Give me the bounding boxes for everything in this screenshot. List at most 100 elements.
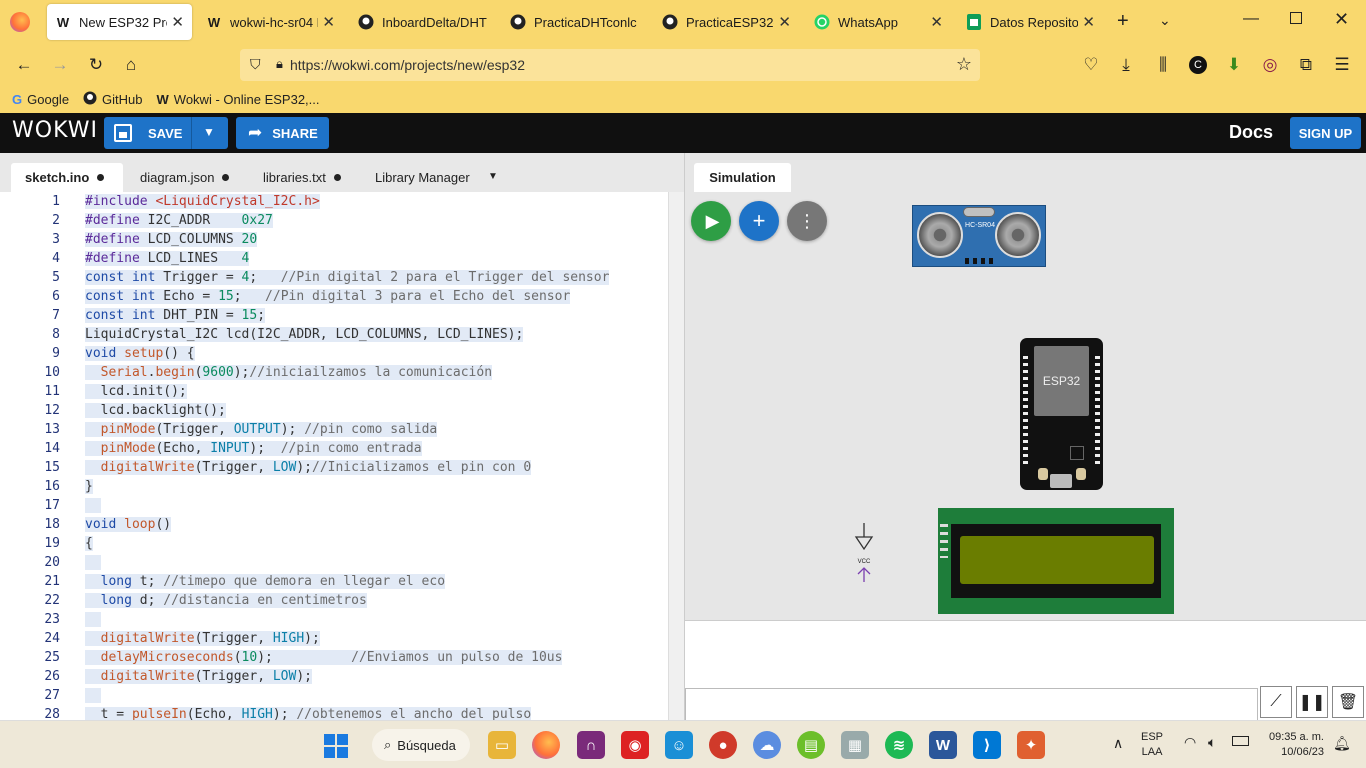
vscode-icon[interactable]: ⟩ <box>973 731 1001 759</box>
code-line[interactable]: digitalWrite(Trigger, LOW); <box>85 669 312 684</box>
code-line[interactable]: lcd.init(); <box>85 384 187 399</box>
record-app-icon[interactable]: ● <box>709 731 737 759</box>
code-line[interactable]: void setup() { <box>85 346 195 361</box>
browser-tab-4[interactable]: PracticaESP32con ✕ <box>654 4 799 40</box>
reload-icon[interactable]: ↻ <box>82 52 110 78</box>
code-line[interactable]: #include <LiquidCrystal_I2C.h> <box>85 194 320 209</box>
account-icon[interactable]: C <box>1184 52 1212 78</box>
file-explorer-icon[interactable]: ▭ <box>488 731 516 759</box>
en-button[interactable] <box>1076 468 1086 480</box>
code-line[interactable] <box>85 555 101 570</box>
bookmark-star-icon[interactable]: ☆ <box>956 54 972 75</box>
clock[interactable]: 09:35 a. m. 10/06/23 <box>1262 730 1324 760</box>
extension-download-icon[interactable]: ⬇ <box>1220 52 1248 78</box>
code-line[interactable]: pinMode(Trigger, OUTPUT); //pin como sal… <box>85 422 438 437</box>
forward-arrow-icon[interactable]: → <box>46 52 74 78</box>
battery-icon[interactable] <box>1232 736 1249 746</box>
code-line[interactable]: { <box>85 536 93 551</box>
home-icon[interactable]: ⌂ <box>117 52 145 78</box>
download-icon[interactable]: ⤓ <box>1112 52 1140 78</box>
pause-button[interactable]: ❚❚ <box>1296 686 1328 718</box>
menu-icon[interactable]: ☰ <box>1328 52 1356 78</box>
code-line[interactable]: #define I2C_ADDR 0x27 <box>85 213 273 228</box>
browser-tab-0[interactable]: W New ESP32 Project ✕ <box>47 4 192 40</box>
code-line[interactable]: digitalWrite(Trigger, LOW);//Inicializam… <box>85 460 532 475</box>
library-icon[interactable]: ⫼ <box>1149 52 1177 78</box>
wifi-icon[interactable]: ◠ <box>1184 734 1196 751</box>
lcd-display[interactable] <box>938 508 1174 614</box>
code-line[interactable] <box>85 688 101 703</box>
notifications-icon[interactable]: 🔔︎ <box>1333 735 1351 752</box>
code-line[interactable] <box>85 498 101 513</box>
clear-button[interactable]: 🗑︎ <box>1332 686 1364 718</box>
restore-icon[interactable] <box>1290 12 1302 24</box>
extension-icon[interactable]: ◎ <box>1256 52 1284 78</box>
firefox-taskbar-icon[interactable] <box>532 731 560 759</box>
save-dropdown-chevron-icon[interactable]: ▼ <box>203 125 215 139</box>
start-simulation-button[interactable]: ▶ <box>691 201 731 241</box>
code-line[interactable]: pinMode(Echo, INPUT); //pin como entrada <box>85 441 422 456</box>
save-button[interactable]: SAVE ▼ <box>104 117 228 149</box>
taskbar-search[interactable]: ⌕ Búsqueda <box>372 729 470 761</box>
code-area[interactable]: 1 2 3 4 5 6 7 8 9 10 11 12 13 14 15 16 17 18 19 20 21 22 23 24 2… <box>0 192 668 720</box>
browser-tab-2[interactable]: InboardDelta/DHT <box>350 4 500 40</box>
tab-list-chevron-icon[interactable]: ⌄ <box>1159 12 1171 29</box>
word-icon[interactable]: W <box>929 731 957 759</box>
tab-libraries-txt[interactable]: libraries.txt <box>249 163 355 192</box>
docs-link[interactable]: Docs <box>1229 122 1273 143</box>
esp32-board[interactable]: ESP32 <box>1020 338 1103 490</box>
code-line[interactable]: LiquidCrystal_I2C lcd(I2C_ADDR, LCD_COLU… <box>85 327 524 342</box>
code-line[interactable]: lcd.backlight(); <box>85 403 226 418</box>
close-window-icon[interactable]: ✕ <box>1334 9 1349 30</box>
tab-library-manager[interactable]: Library Manager <box>361 163 484 192</box>
share-button[interactable]: ➦ SHARE <box>236 117 329 149</box>
code-line[interactable] <box>85 612 101 627</box>
close-tab-icon[interactable]: ✕ <box>930 13 943 31</box>
browser-tab-6[interactable]: Datos Repositorio ✕ <box>958 4 1103 40</box>
url-bar[interactable]: ⛉ 🔒︎ https://wokwi.com/projects/new/esp3… <box>240 49 980 81</box>
shield-icon[interactable]: ⛉ <box>250 56 261 73</box>
language-indicator[interactable]: ESP LAA <box>1141 730 1163 760</box>
serial-input[interactable] <box>685 688 1258 721</box>
code-line[interactable]: void loop() <box>85 517 172 532</box>
code-line[interactable]: #define LCD_COLUMNS 20 <box>85 232 258 247</box>
browser-tab-5[interactable]: WhatsApp ✕ <box>806 4 951 40</box>
firefox-icon[interactable] <box>10 12 30 32</box>
code-line[interactable]: long t; //timepo que demora en llegar el… <box>85 574 446 589</box>
app-icon[interactable]: ✦ <box>1017 731 1045 759</box>
extensions-icon[interactable]: ⧉ <box>1292 52 1320 78</box>
add-part-button[interactable]: + <box>739 201 779 241</box>
code-line[interactable]: const int Trigger = 4; //Pin digital 2 p… <box>85 270 610 285</box>
pocket-icon[interactable]: ♡ <box>1077 52 1105 78</box>
spotify-icon[interactable]: ≋ <box>885 731 913 759</box>
vcc-symbol[interactable]: VCC <box>853 523 875 583</box>
code-line[interactable]: } <box>85 479 93 494</box>
headphones-app-icon[interactable]: ∩ <box>577 731 605 759</box>
bookmark-google[interactable]: G Google <box>12 92 69 107</box>
bookmark-github[interactable]: GitHub <box>83 91 143 108</box>
close-tab-icon[interactable]: ✕ <box>171 13 184 31</box>
code-line[interactable]: Serial.begin(9600);//iniciailzamos la co… <box>85 365 493 380</box>
bookmark-wokwi[interactable]: W Wokwi - Online ESP32,... <box>157 92 320 107</box>
boot-button[interactable] <box>1038 468 1048 480</box>
close-tab-icon[interactable]: ✕ <box>1082 13 1095 31</box>
close-tab-icon[interactable]: ✕ <box>778 13 791 31</box>
tab-simulation[interactable]: Simulation <box>694 163 791 192</box>
windows-start-icon[interactable] <box>324 734 348 758</box>
print-app-icon[interactable]: ▤ <box>797 731 825 759</box>
show-hidden-icons-chevron-icon[interactable]: ∧ <box>1113 735 1123 752</box>
hc-sr04-sensor[interactable]: HC-SR04 <box>912 205 1046 267</box>
photos-app-icon[interactable]: ▦ <box>841 731 869 759</box>
more-tabs-chevron-icon[interactable]: ▼ <box>488 171 498 182</box>
code-line[interactable]: const int DHT_PIN = 15; <box>85 308 266 323</box>
tab-diagram-json[interactable]: diagram.json <box>126 163 243 192</box>
browser-tab-1[interactable]: W wokwi-hc-sr04 Re ✕ <box>198 4 343 40</box>
code-line[interactable]: t = pulseIn(Echo, HIGH); //obtenemos el … <box>85 707 532 720</box>
url-text[interactable]: https://wokwi.com/projects/new/esp32 <box>290 57 525 73</box>
volume-icon[interactable]: 🔈︎ <box>1208 734 1216 751</box>
cloud-app-icon[interactable]: ☁ <box>753 731 781 759</box>
new-tab-icon[interactable]: + <box>1117 10 1129 33</box>
code-line[interactable]: delayMicroseconds(10); //Enviamos un pul… <box>85 650 563 665</box>
code-line[interactable]: const int Echo = 15; //Pin digital 3 par… <box>85 289 571 304</box>
sign-up-button[interactable]: SIGN UP <box>1290 117 1361 149</box>
